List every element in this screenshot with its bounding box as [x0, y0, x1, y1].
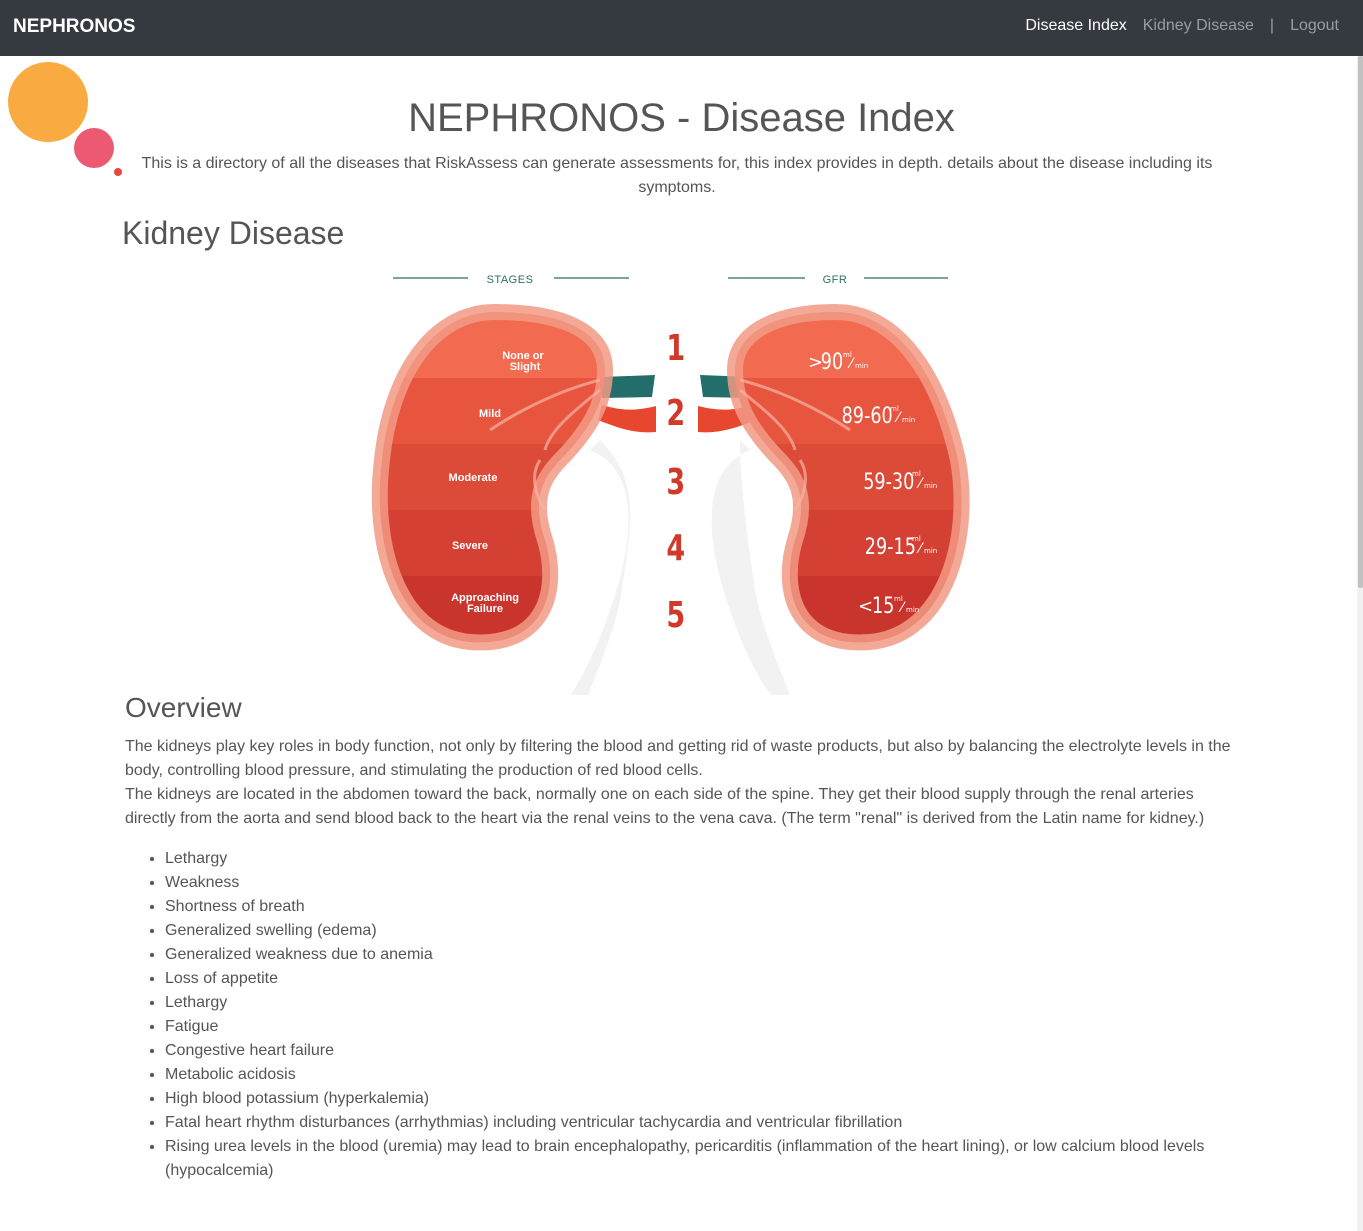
symptom-item: Fatal heart rhythm disturbances (arrhyth…: [165, 1111, 1225, 1135]
symptom-item: High blood potassium (hyperkalemia): [165, 1087, 1225, 1111]
right-band-stage4: [735, 510, 962, 576]
gfr1-unit-bottom: min: [855, 362, 868, 370]
nav-disease-index[interactable]: Disease Index: [1025, 17, 1126, 35]
stage5-number: 5: [666, 593, 685, 636]
stage2-name: Mild: [479, 408, 501, 420]
symptom-item: Metabolic acidosis: [165, 1063, 1225, 1087]
stage1-number: 1: [666, 326, 685, 369]
symptom-item: Fatigue: [165, 1015, 1225, 1039]
gfr2-unit-bottom: min: [902, 416, 915, 424]
left-band-stage4: [379, 510, 605, 576]
disease-title: Kidney Disease: [122, 215, 345, 251]
nav-logout[interactable]: Logout: [1290, 17, 1339, 35]
gfr4-unit-bottom: min: [924, 547, 937, 555]
left-renal-vein: [598, 405, 656, 433]
page-description: This is a directory of all the diseases …: [141, 155, 1213, 196]
overview-text: The kidneys play key roles in body funct…: [125, 735, 1240, 831]
left-ureter-shadow: [570, 440, 631, 695]
overview-title: Overview: [125, 692, 242, 723]
nav-menu: Disease Index Kidney Disease | Logout: [1025, 17, 1339, 35]
overview-paragraph: The kidneys play key roles in body funct…: [125, 738, 1231, 779]
symptom-item: Rising urea levels in the blood (uremia)…: [165, 1135, 1225, 1183]
symptom-item: Weakness: [165, 871, 1225, 895]
stage4-name: Severe: [452, 540, 488, 552]
stage5-name-line2: Failure: [467, 603, 503, 615]
symptom-item: Generalized swelling (edema): [165, 919, 1225, 943]
symptom-item: Loss of appetite: [165, 967, 1225, 991]
gfr3-unit-bottom: min: [924, 482, 937, 490]
stages-heading: STAGES: [487, 274, 534, 286]
right-band-stage3: [735, 444, 962, 510]
gfr2-value: 89-60: [842, 403, 893, 428]
symptom-item: Lethargy: [165, 991, 1225, 1015]
symptoms-list: Lethargy Weakness Shortness of breath Ge…: [125, 847, 1225, 1183]
nav-kidney-disease[interactable]: Kidney Disease: [1143, 17, 1254, 35]
gfr5-unit-bottom: min: [906, 606, 919, 614]
stage2-number: 2: [666, 391, 685, 434]
gfr1-value: 90: [821, 349, 843, 374]
kidney-stages-infographic: STAGES GFR None or Slight Mild Moderate …: [371, 274, 970, 695]
gfr5-prefix: <: [858, 596, 873, 617]
nav-separator: |: [1269, 17, 1275, 34]
gfr4-value: 29-15: [865, 534, 916, 559]
page-title: NEPHRONOS - Disease Index: [408, 96, 955, 140]
stage3-name: Moderate: [449, 472, 498, 484]
top-navbar: NEPHRONOS Disease Index Kidney Disease |…: [0, 0, 1363, 56]
gfr3-value: 59-30: [863, 469, 914, 494]
stage1-name-line2: Slight: [510, 361, 541, 373]
symptom-item: Lethargy: [165, 847, 1225, 871]
symptom-item: Generalized weakness due to anemia: [165, 943, 1225, 967]
overview-paragraph: The kidneys are located in the abdomen t…: [125, 786, 1205, 827]
gfr-heading: GFR: [823, 274, 848, 286]
brand-link[interactable]: NEPHRONOS: [13, 16, 135, 38]
symptom-item: Congestive heart failure: [165, 1039, 1225, 1063]
stage3-number: 3: [666, 460, 685, 503]
right-ureter-shadow: [711, 440, 790, 695]
gfr5-value: 15: [872, 593, 894, 618]
symptom-item: Shortness of breath: [165, 895, 1225, 919]
stage4-number: 4: [666, 526, 685, 569]
decorative-red-dot: [114, 168, 122, 176]
